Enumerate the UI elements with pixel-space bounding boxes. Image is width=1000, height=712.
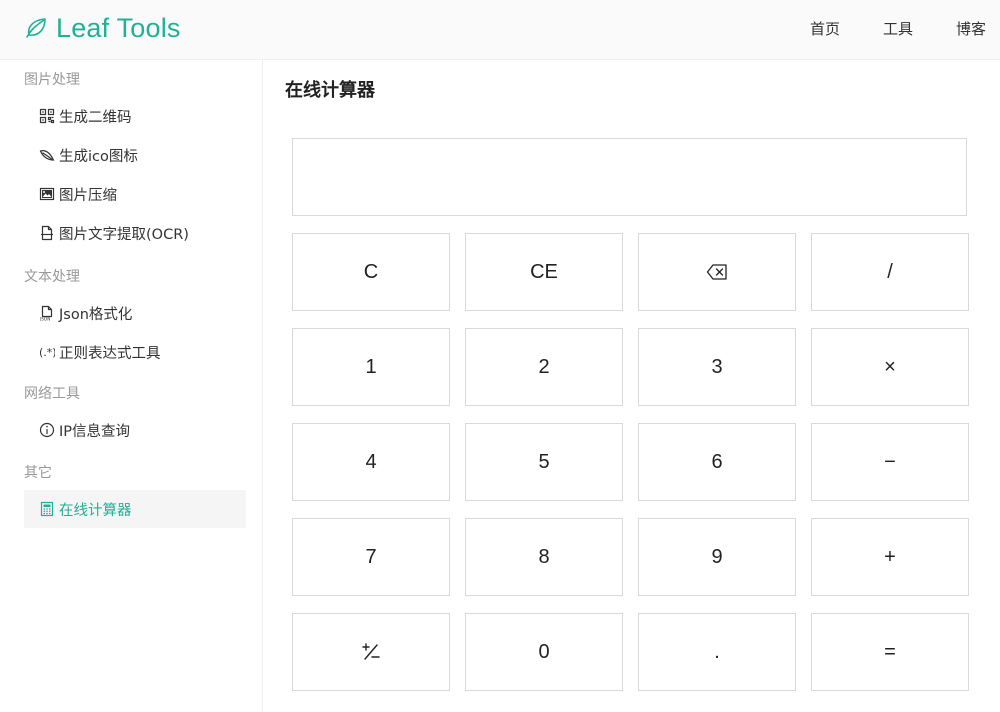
sidebar-item-label: Json格式化 <box>59 306 133 323</box>
sidebar-item-label: 生成ico图标 <box>59 148 138 165</box>
backspace-button[interactable] <box>638 233 796 311</box>
sidebar-item-regex[interactable]: (.*) 正则表达式工具 <box>24 333 246 371</box>
sidebar-item-ico[interactable]: 生成ico图标 <box>24 136 246 174</box>
digit-0-button[interactable]: 0 <box>465 613 623 691</box>
calculator-keypad: C CE / 1 2 3 × 4 5 6 − 7 8 9 + 0 . = <box>292 233 969 693</box>
sidebar-item-ocr[interactable]: 图片文字提取(OCR) <box>24 214 246 252</box>
nav-blog[interactable]: 博客 <box>956 18 986 39</box>
group-title-other: 其它 <box>24 465 52 481</box>
sidebar: 图片处理 生成二维码 生成ico图标 图片压缩 图片文字提取(OCR) 文本处理… <box>0 60 263 712</box>
add-button[interactable]: + <box>811 518 969 596</box>
digit-9-button[interactable]: 9 <box>638 518 796 596</box>
picture-icon <box>39 186 55 202</box>
svg-text:JSON: JSON <box>39 317 50 322</box>
clear-button[interactable]: C <box>292 233 450 311</box>
page-title: 在线计算器 <box>285 80 375 101</box>
sidebar-item-label: 正则表达式工具 <box>59 345 161 362</box>
svg-text:(.*): (.*) <box>39 346 55 359</box>
group-title-text: 文本处理 <box>24 269 80 285</box>
sidebar-item-compress[interactable]: 图片压缩 <box>24 175 246 213</box>
leaf-outline-icon <box>39 147 55 163</box>
group-title-image: 图片处理 <box>24 72 80 88</box>
group-title-network: 网络工具 <box>24 386 80 402</box>
info-circle-icon <box>39 422 55 438</box>
calculator-icon <box>39 501 55 517</box>
digit-1-button[interactable]: 1 <box>292 328 450 406</box>
calculator-display <box>292 138 967 216</box>
sidebar-item-label: IP信息查询 <box>59 423 131 440</box>
digit-4-button[interactable]: 4 <box>292 423 450 501</box>
nav-home[interactable]: 首页 <box>810 18 840 39</box>
decimal-button[interactable]: . <box>638 613 796 691</box>
brand-name: Leaf Tools <box>56 12 181 43</box>
regex-icon: (.*) <box>39 344 55 360</box>
backspace-icon <box>706 263 728 281</box>
negate-button[interactable] <box>292 613 450 691</box>
nav-tools[interactable]: 工具 <box>883 18 913 39</box>
main-content: 在线计算器 C CE / 1 2 3 × 4 5 6 − 7 8 9 + 0 .… <box>264 60 1000 712</box>
sidebar-item-label: 生成二维码 <box>59 109 132 126</box>
digit-2-button[interactable]: 2 <box>465 328 623 406</box>
digit-8-button[interactable]: 8 <box>465 518 623 596</box>
sidebar-item-qrcode[interactable]: 生成二维码 <box>24 97 246 135</box>
plus-minus-icon <box>360 641 382 663</box>
divide-button[interactable]: / <box>811 233 969 311</box>
sidebar-item-label: 在线计算器 <box>59 502 132 519</box>
sidebar-item-label: 图片文字提取(OCR) <box>59 226 189 243</box>
digit-6-button[interactable]: 6 <box>638 423 796 501</box>
digit-5-button[interactable]: 5 <box>465 423 623 501</box>
multiply-button[interactable]: × <box>811 328 969 406</box>
sidebar-item-label: 图片压缩 <box>59 187 117 204</box>
equals-button[interactable]: = <box>811 613 969 691</box>
qrcode-icon <box>39 108 55 124</box>
sidebar-item-calculator[interactable]: 在线计算器 <box>24 490 246 528</box>
file-icon <box>39 225 55 241</box>
json-file-icon: JSON <box>39 305 55 321</box>
leaf-icon <box>24 16 48 40</box>
top-header: Leaf Tools 首页 工具 博客 <box>0 0 1000 60</box>
clear-entry-button[interactable]: CE <box>465 233 623 311</box>
sidebar-item-ip[interactable]: IP信息查询 <box>24 411 246 449</box>
brand-logo[interactable]: Leaf Tools <box>24 12 181 44</box>
subtract-button[interactable]: − <box>811 423 969 501</box>
digit-7-button[interactable]: 7 <box>292 518 450 596</box>
digit-3-button[interactable]: 3 <box>638 328 796 406</box>
top-nav: 首页 工具 博客 <box>767 0 986 56</box>
sidebar-item-json[interactable]: JSON Json格式化 <box>24 294 246 332</box>
